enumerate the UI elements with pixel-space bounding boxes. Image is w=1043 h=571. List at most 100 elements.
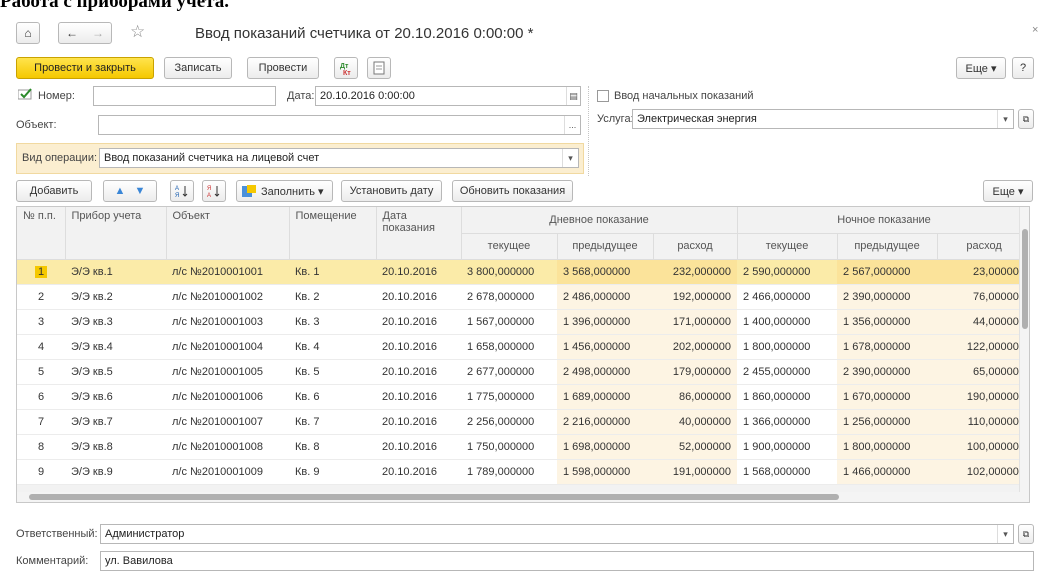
col-header-room[interactable]: Помещение: [289, 207, 377, 260]
col-header-night-current[interactable]: текущее: [737, 233, 838, 260]
table-row[interactable]: 1 Э/Э кв.1 л/с №2010001001 Кв. 1 20.10.2…: [17, 259, 1029, 285]
table-row[interactable]: 3 Э/Э кв.3 л/с №2010001003 Кв. 3 20.10.2…: [17, 309, 1029, 335]
day-current-cell[interactable]: 1 775,000000: [461, 384, 557, 410]
comment-input[interactable]: ул. Вавилова: [100, 551, 1034, 571]
set-date-button[interactable]: Установить дату: [341, 180, 442, 202]
room-cell[interactable]: Кв. 5: [289, 359, 376, 385]
day-previous-cell[interactable]: 1 698,000000: [557, 434, 653, 460]
col-header-night[interactable]: Ночное показание: [737, 207, 1029, 234]
calendar-icon[interactable]: ▤: [566, 87, 580, 105]
night-previous-cell[interactable]: 2 390,000000: [837, 359, 938, 385]
day-previous-cell[interactable]: 3 568,000000: [557, 259, 653, 285]
date-input[interactable]: 20.10.2016 0:00:00 ▤: [315, 86, 581, 106]
room-cell[interactable]: Кв. 1: [289, 259, 376, 285]
night-current-cell[interactable]: 2 590,000000: [737, 259, 838, 285]
object-cell[interactable]: л/с №2010001005: [166, 359, 289, 385]
arrow-up-icon[interactable]: ▲: [115, 185, 126, 197]
date-cell[interactable]: 20.10.2016: [376, 359, 461, 385]
col-header-day-consumption[interactable]: расход: [653, 233, 738, 260]
room-cell[interactable]: Кв. 4: [289, 334, 376, 360]
day-current-cell[interactable]: 1 567,000000: [461, 309, 557, 335]
more-button[interactable]: Еще ▾: [956, 57, 1006, 79]
object-cell[interactable]: л/с №2010001008: [166, 434, 289, 460]
meter-cell[interactable]: Э/Э кв.6: [65, 384, 166, 410]
forward-icon[interactable]: →: [92, 26, 104, 40]
col-header-meter[interactable]: Прибор учета: [65, 207, 167, 260]
night-current-cell[interactable]: 2 455,000000: [737, 359, 838, 385]
room-cell[interactable]: Кв. 9: [289, 459, 376, 485]
night-previous-cell[interactable]: 1 670,000000: [837, 384, 938, 410]
chevron-down-icon[interactable]: ▾: [562, 149, 578, 167]
sort-asc-button[interactable]: А Я: [170, 180, 194, 202]
meter-cell[interactable]: Э/Э кв.4: [65, 334, 166, 360]
col-header-no[interactable]: № п.п.: [17, 207, 66, 260]
night-current-cell[interactable]: 1 568,000000: [737, 459, 838, 485]
col-header-night-previous[interactable]: предыдущее: [837, 233, 938, 260]
refresh-readings-button[interactable]: Обновить показания: [452, 180, 573, 202]
night-current-cell[interactable]: 1 860,000000: [737, 384, 838, 410]
table-row[interactable]: 8 Э/Э кв.8 л/с №2010001008 Кв. 8 20.10.2…: [17, 434, 1029, 460]
night-previous-cell[interactable]: 1 256,000000: [837, 409, 938, 435]
arrow-down-icon[interactable]: ▼: [135, 185, 146, 197]
add-button[interactable]: Добавить: [16, 180, 92, 202]
sort-desc-button[interactable]: Я А: [202, 180, 226, 202]
table-row[interactable]: 5 Э/Э кв.5 л/с №2010001005 Кв. 5 20.10.2…: [17, 359, 1029, 385]
date-cell[interactable]: 20.10.2016: [376, 409, 461, 435]
operation-select[interactable]: Ввод показаний счетчика на лицевой счет …: [99, 148, 579, 168]
night-current-cell[interactable]: 1 800,000000: [737, 334, 838, 360]
ellipsis-icon[interactable]: ...: [564, 116, 580, 134]
day-current-cell[interactable]: 1 750,000000: [461, 434, 557, 460]
night-previous-cell[interactable]: 1 466,000000: [837, 459, 938, 485]
date-cell[interactable]: 20.10.2016: [376, 259, 461, 285]
day-previous-cell[interactable]: 1 598,000000: [557, 459, 653, 485]
night-current-cell[interactable]: 1 400,000000: [737, 309, 838, 335]
number-input[interactable]: [93, 86, 276, 106]
horizontal-scrollbar[interactable]: [17, 492, 1021, 502]
meter-cell[interactable]: Э/Э кв.2: [65, 284, 166, 310]
date-cell[interactable]: 20.10.2016: [376, 334, 461, 360]
object-cell[interactable]: л/с №2010001002: [166, 284, 289, 310]
night-previous-cell[interactable]: 1 356,000000: [837, 309, 938, 335]
night-previous-cell[interactable]: 1 678,000000: [837, 334, 938, 360]
object-cell[interactable]: л/с №2010001004: [166, 334, 289, 360]
table-row[interactable]: 9 Э/Э кв.9 л/с №2010001009 Кв. 9 20.10.2…: [17, 459, 1029, 485]
night-current-cell[interactable]: 1 900,000000: [737, 434, 838, 460]
meter-cell[interactable]: Э/Э кв.3: [65, 309, 166, 335]
meter-cell[interactable]: Э/Э кв.7: [65, 409, 166, 435]
object-input[interactable]: ...: [98, 115, 581, 135]
close-icon[interactable]: ×: [1032, 24, 1038, 36]
night-previous-cell[interactable]: 1 800,000000: [837, 434, 938, 460]
star-icon[interactable]: ☆: [130, 22, 145, 42]
chevron-down-icon[interactable]: ▾: [997, 525, 1013, 543]
col-header-day[interactable]: Дневное показание: [461, 207, 738, 234]
day-current-cell[interactable]: 3 800,000000: [461, 259, 557, 285]
day-previous-cell[interactable]: 2 486,000000: [557, 284, 653, 310]
chevron-down-icon[interactable]: ▾: [997, 110, 1013, 128]
object-cell[interactable]: л/с №2010001009: [166, 459, 289, 485]
meter-cell[interactable]: Э/Э кв.5: [65, 359, 166, 385]
night-current-cell[interactable]: 1 366,000000: [737, 409, 838, 435]
day-previous-cell[interactable]: 1 456,000000: [557, 334, 653, 360]
dt-kt-button[interactable]: Дт Кт: [334, 57, 358, 79]
object-cell[interactable]: л/с №2010001007: [166, 409, 289, 435]
save-button[interactable]: Записать: [164, 57, 232, 79]
day-previous-cell[interactable]: 1 396,000000: [557, 309, 653, 335]
room-cell[interactable]: Кв. 6: [289, 384, 376, 410]
home-button[interactable]: ⌂: [16, 22, 40, 44]
table-row[interactable]: 6 Э/Э кв.6 л/с №2010001006 Кв. 6 20.10.2…: [17, 384, 1029, 410]
table-row[interactable]: 2 Э/Э кв.2 л/с №2010001002 Кв. 2 20.10.2…: [17, 284, 1029, 310]
day-previous-cell[interactable]: 2 498,000000: [557, 359, 653, 385]
night-previous-cell[interactable]: 2 390,000000: [837, 284, 938, 310]
room-cell[interactable]: Кв. 3: [289, 309, 376, 335]
table-more-button[interactable]: Еще ▾: [983, 180, 1033, 202]
table-row[interactable]: 7 Э/Э кв.7 л/с №2010001007 Кв. 7 20.10.2…: [17, 409, 1029, 435]
col-header-day-current[interactable]: текущее: [461, 233, 558, 260]
vertical-scroll-thumb[interactable]: [1022, 229, 1028, 329]
date-cell[interactable]: 20.10.2016: [376, 309, 461, 335]
day-current-cell[interactable]: 2 677,000000: [461, 359, 557, 385]
move-buttons[interactable]: ▲ ▼: [103, 180, 157, 202]
print-button[interactable]: [367, 57, 391, 79]
fill-button[interactable]: Заполнить ▾: [236, 180, 333, 202]
col-header-object[interactable]: Объект: [166, 207, 290, 260]
object-cell[interactable]: л/с №2010001003: [166, 309, 289, 335]
